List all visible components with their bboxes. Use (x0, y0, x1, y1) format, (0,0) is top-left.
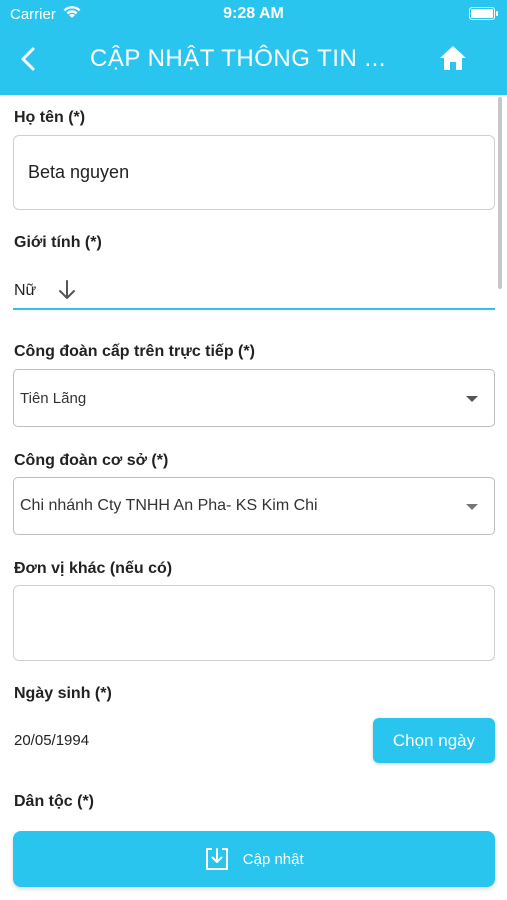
caret-down-icon (466, 396, 478, 402)
other-unit-input[interactable] (13, 585, 495, 661)
upper-union-label: Công đoàn cấp trên trực tiếp (*) (14, 343, 255, 360)
name-input[interactable]: Beta nguyen (13, 135, 495, 210)
arrow-down-icon (55, 278, 79, 302)
nav-bar: CẬP NHẬT THÔNG TIN ... (0, 28, 507, 95)
birthday-value: 20/05/1994 (14, 732, 90, 749)
form-content: Họ tên (*) Beta nguyen Giới tính (*) Nữ … (0, 95, 507, 900)
gender-label: Giới tính (*) (14, 234, 102, 251)
home-icon[interactable] (438, 43, 468, 73)
upper-union-select[interactable]: Tiên Lãng (13, 369, 495, 427)
base-union-value: Chi nhánh Cty TNHH An Pha- KS Kim Chi (20, 497, 318, 514)
chevron-left-icon[interactable] (14, 44, 44, 74)
name-label: Họ tên (*) (14, 109, 86, 126)
download-icon (204, 846, 230, 872)
page-title: CẬP NHẬT THÔNG TIN ... (90, 45, 386, 72)
base-union-select[interactable]: Chi nhánh Cty TNHH An Pha- KS Kim Chi (13, 477, 495, 535)
status-time: 9:28 AM (223, 5, 284, 22)
caret-down-icon (466, 504, 478, 510)
gender-value: Nữ (14, 282, 37, 299)
gender-select[interactable]: Nữ (13, 275, 495, 310)
birthday-label: Ngày sinh (*) (14, 685, 112, 702)
status-bar: Carrier 9:28 AM (0, 0, 507, 28)
update-button-label: Cập nhật (242, 850, 304, 868)
ethnicity-label: Dân tộc (*) (14, 793, 94, 810)
base-union-label: Công đoàn cơ sở (*) (14, 452, 169, 469)
battery-icon (469, 7, 498, 20)
name-input-value: Beta nguyen (28, 162, 130, 182)
update-button[interactable]: Cập nhật (13, 831, 495, 887)
app-header: Carrier 9:28 AM CẬP NHẬT THÔNG TIN ... (0, 0, 507, 95)
scrollbar[interactable] (498, 97, 502, 289)
upper-union-value: Tiên Lãng (20, 390, 87, 407)
other-unit-label: Đơn vị khác (nếu có) (14, 560, 173, 577)
pick-date-button[interactable]: Chọn ngày (373, 718, 495, 763)
